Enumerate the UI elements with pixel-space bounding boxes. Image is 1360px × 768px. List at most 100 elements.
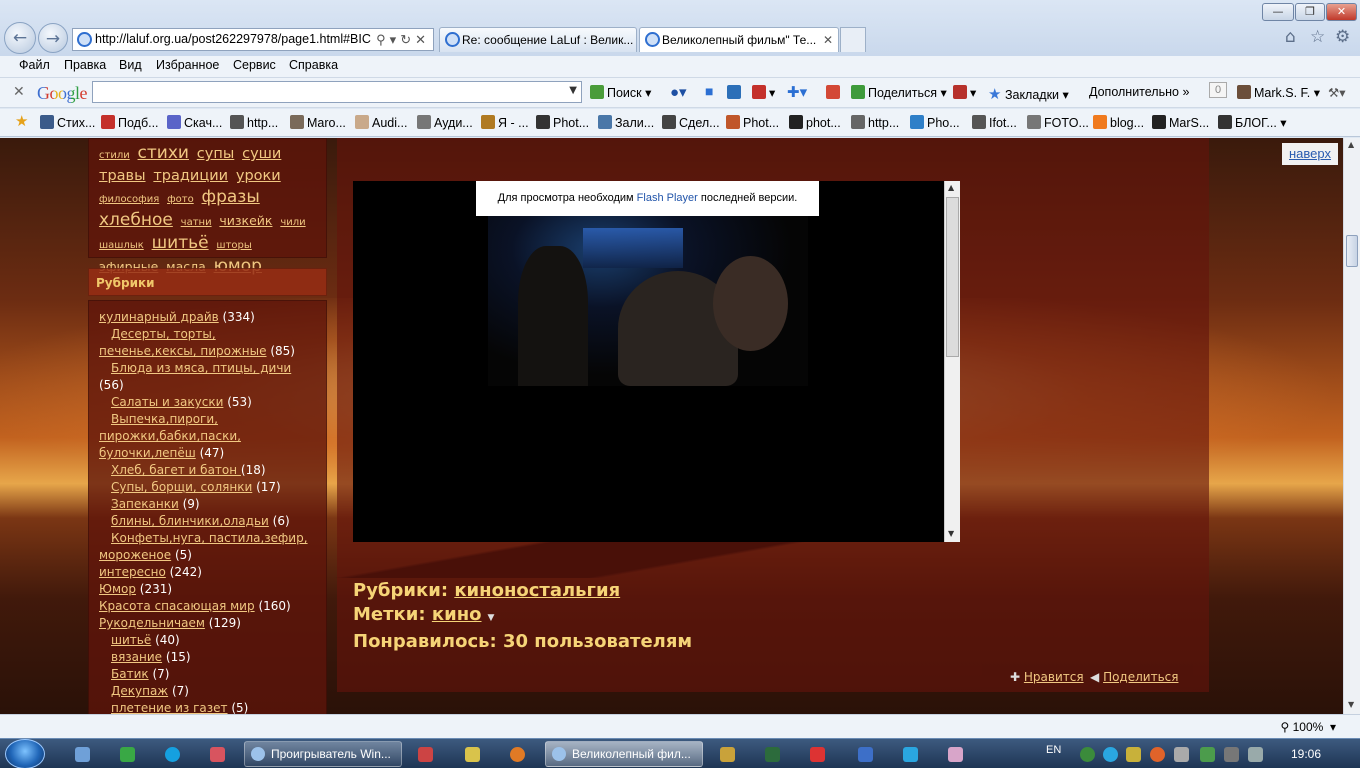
scroll-thumb[interactable]	[946, 197, 959, 357]
rubric-link[interactable]: Конфеты,нуга, пастила,зефир, мороженое	[99, 531, 308, 562]
favorite-item[interactable]: Подб...	[101, 115, 159, 130]
quicklaunch-icon[interactable]	[720, 747, 735, 762]
rubric-link[interactable]: Супы, борщи, солянки	[111, 480, 252, 494]
tag-link[interactable]: стили	[99, 150, 130, 161]
rubric-link[interactable]: Блюда из мяса, птицы, дичи	[111, 361, 291, 375]
rubric-link[interactable]: Рукодельничаем	[99, 616, 205, 630]
rubric-link[interactable]: Батик	[111, 667, 149, 681]
rubric-link[interactable]: вязание	[111, 650, 162, 664]
settings-gear-icon[interactable]: ⚙	[1335, 27, 1350, 47]
quicklaunch-icon[interactable]	[810, 747, 825, 762]
more-button[interactable]: Дополнительно »	[1089, 85, 1189, 99]
gplus-icon[interactable]	[826, 85, 843, 100]
taskbar-browser[interactable]: Великолепный фил...	[545, 741, 703, 767]
rubric-link[interactable]: интересно	[99, 565, 166, 579]
tab-film[interactable]: Великолепный фильм" Те... ✕	[639, 27, 839, 52]
rubric-link[interactable]: Красота спасающая мир	[99, 599, 255, 613]
quicklaunch-icon[interactable]	[120, 747, 135, 762]
rubric-link[interactable]: Декупаж	[111, 684, 168, 698]
tag-link[interactable]: уроки	[236, 168, 281, 184]
favorites-star-icon[interactable]: ★	[15, 112, 28, 130]
google-search-button[interactable]: Поиск ▾	[590, 85, 651, 100]
tray-icon[interactable]	[1150, 747, 1165, 762]
back-button[interactable]: ←	[4, 22, 36, 54]
minimize-button[interactable]: —	[1262, 3, 1294, 21]
tag-link[interactable]: кино	[432, 604, 482, 625]
favorite-item[interactable]: blog...	[1093, 115, 1144, 130]
tray-icon[interactable]	[1103, 747, 1118, 762]
rubric-link[interactable]: Юмор	[99, 582, 136, 596]
favorite-item[interactable]: Ауди...	[417, 115, 473, 130]
tag-link[interactable]: традиции	[153, 168, 228, 184]
tag-link[interactable]: фразы	[202, 187, 260, 207]
rubric-link[interactable]: шитьё	[111, 633, 151, 647]
quicklaunch-icon[interactable]	[210, 747, 225, 762]
favorite-item[interactable]: БЛОГ... ▾	[1218, 115, 1287, 130]
maximize-button[interactable]: ❐	[1295, 3, 1325, 21]
favorite-item[interactable]: Ifot...	[972, 115, 1017, 130]
menu-tools[interactable]: Сервис	[233, 58, 276, 72]
tab-message[interactable]: Re: сообщение LaLuf : Велик...	[439, 27, 637, 52]
forward-button[interactable]: →	[38, 23, 68, 53]
quicklaunch-icon[interactable]	[903, 747, 918, 762]
volume-icon[interactable]	[1248, 747, 1263, 762]
bookmark-icon[interactable]: ■	[705, 83, 713, 99]
video-frame[interactable]	[488, 216, 808, 386]
tag-link[interactable]: стихи	[138, 143, 189, 163]
favorite-item[interactable]: Сдел...	[662, 115, 720, 130]
flag-icon[interactable]	[1174, 747, 1189, 762]
favorite-item[interactable]: MarS...	[1152, 115, 1209, 130]
favorite-item[interactable]: http...	[851, 115, 899, 130]
favorite-item[interactable]: Pho...	[910, 115, 960, 130]
like-link[interactable]: Нравится	[1024, 670, 1084, 684]
scroll-up-icon[interactable]: ▲	[948, 183, 954, 192]
plus-icon[interactable]: ✚▾	[787, 83, 807, 101]
player-scrollbar[interactable]: ▲ ▼	[944, 181, 960, 542]
rubric-link[interactable]: Хлеб, багет и батон	[111, 463, 241, 477]
tag-link[interactable]: философия	[99, 194, 159, 205]
scroll-up-icon[interactable]: ▲	[1348, 140, 1354, 149]
quicklaunch-icon[interactable]	[418, 747, 433, 762]
rubric-link[interactable]: Запеканки	[111, 497, 179, 511]
rubric-link[interactable]: киноностальгия	[454, 580, 620, 601]
rubric-link[interactable]: плетение из газет	[111, 701, 228, 714]
favorite-item[interactable]: Phot...	[536, 115, 589, 130]
favorite-item[interactable]: Скач...	[167, 115, 222, 130]
youtube-icon[interactable]: ▾	[752, 85, 775, 100]
tray-icon[interactable]	[1224, 747, 1239, 762]
share-link[interactable]: Поделиться	[1103, 670, 1178, 684]
tag-link[interactable]: шашлык	[99, 240, 144, 251]
translate-icon[interactable]: ▾	[953, 85, 976, 100]
network-icon[interactable]	[1200, 747, 1215, 762]
rubric-link[interactable]: Десерты, торты, печенье,кексы, пирожные	[99, 327, 267, 358]
tag-link[interactable]: чизкейк	[219, 213, 272, 228]
zoom-control[interactable]: ⚲ 100% ▾	[1280, 720, 1336, 734]
tag-link[interactable]: супы	[197, 146, 234, 162]
scroll-down-icon[interactable]: ▼	[948, 529, 954, 538]
rubric-link[interactable]: блины, блинчики,оладьи	[111, 514, 269, 528]
to-top-link[interactable]: наверх	[1289, 146, 1331, 161]
favorite-item[interactable]: Phot...	[726, 115, 779, 130]
favorite-item[interactable]: Зали...	[598, 115, 654, 130]
favorite-item[interactable]: FOTO...	[1027, 115, 1089, 130]
address-tools-icon[interactable]: ⚲▾↻✕	[376, 29, 430, 50]
close-toolbar-icon[interactable]: ✕	[13, 83, 25, 100]
tag-link[interactable]: шитьё	[152, 233, 209, 253]
chevron-down-icon[interactable]: ▼	[569, 85, 577, 96]
tag-link[interactable]: чатни	[181, 217, 212, 228]
quicklaunch-icon[interactable]	[858, 747, 873, 762]
like-button[interactable]: ✚ Нравится	[1010, 670, 1084, 684]
flash-player-link[interactable]: Flash Player	[637, 192, 698, 204]
start-button[interactable]	[5, 739, 45, 768]
wrench-icon[interactable]: ⚒▾	[1328, 85, 1345, 100]
favorite-item[interactable]: phot...	[789, 115, 841, 130]
tag-link[interactable]: чили	[280, 217, 305, 228]
menu-file[interactable]: Файл	[19, 58, 50, 72]
taskbar-media-player[interactable]: Проигрыватель Win...	[244, 741, 402, 767]
address-bar[interactable]: http://laluf.org.ua/post262297978/page1.…	[72, 28, 434, 51]
tag-link[interactable]: фото	[167, 194, 194, 205]
scroll-thumb[interactable]	[1346, 235, 1358, 267]
menu-edit[interactable]: Правка	[64, 58, 106, 72]
rubric-link[interactable]: кулинарный драйв	[99, 310, 219, 324]
firefox-icon[interactable]	[510, 747, 525, 762]
